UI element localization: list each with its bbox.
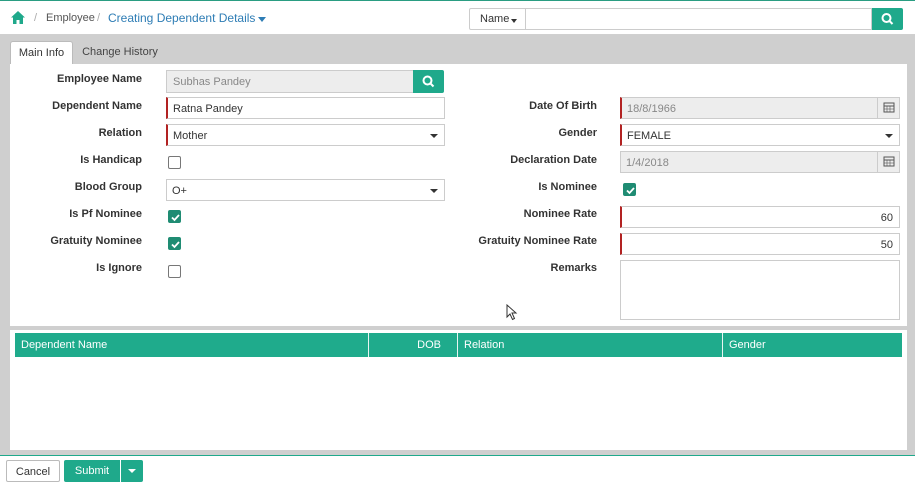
chevron-down-icon[interactable] bbox=[258, 17, 266, 22]
search-icon bbox=[881, 13, 894, 25]
gratuity-nominee-rate-label: Gratuity Nominee Rate bbox=[478, 235, 597, 247]
tab-change-history[interactable]: Change History bbox=[78, 41, 162, 65]
search-icon bbox=[422, 75, 435, 88]
date-of-birth-value: 18/8/1966 bbox=[627, 103, 676, 115]
breadcrumb-separator: / bbox=[34, 12, 38, 24]
calendar-icon[interactable] bbox=[877, 98, 899, 118]
mouse-pointer-icon bbox=[506, 304, 518, 321]
relation-value: Mother bbox=[173, 130, 208, 142]
employee-name-field: Subhas Pandey bbox=[166, 70, 414, 93]
gratuity-nominee-label: Gratuity Nominee bbox=[50, 235, 142, 247]
relation-label: Relation bbox=[98, 127, 142, 139]
blood-group-label: Blood Group bbox=[74, 181, 142, 193]
home-icon[interactable] bbox=[10, 10, 26, 26]
remarks-label: Remarks bbox=[550, 262, 597, 274]
gender-select[interactable]: FEMALE bbox=[620, 124, 900, 146]
column-relation[interactable]: Relation bbox=[458, 333, 723, 357]
is-ignore-checkbox[interactable] bbox=[168, 265, 181, 278]
is-ignore-label: Is Ignore bbox=[96, 262, 142, 274]
top-bar: / Employee / Creating Dependent Details … bbox=[0, 0, 915, 35]
submit-button[interactable]: Submit bbox=[64, 460, 120, 482]
action-bar: Cancel Submit bbox=[0, 455, 915, 485]
gratuity-nominee-checkbox[interactable] bbox=[168, 237, 181, 250]
calendar-icon[interactable] bbox=[877, 152, 899, 172]
blood-group-select[interactable]: O+ bbox=[166, 179, 445, 201]
is-nominee-label: Is Nominee bbox=[538, 181, 597, 193]
declaration-date-field[interactable]: 1/4/2018 bbox=[620, 151, 900, 173]
employee-name-label: Employee Name bbox=[57, 73, 142, 85]
nominee-rate-label: Nominee Rate bbox=[523, 208, 597, 220]
breadcrumb-separator: / bbox=[97, 12, 101, 24]
column-dob[interactable]: DOB bbox=[369, 333, 458, 357]
check-icon bbox=[171, 241, 180, 249]
gratuity-nominee-rate-field[interactable]: 50 bbox=[620, 233, 900, 255]
column-gender[interactable]: Gender bbox=[723, 333, 902, 357]
dependent-name-label: Dependent Name bbox=[52, 100, 142, 112]
caret-down-icon bbox=[430, 134, 438, 138]
remarks-textarea[interactable] bbox=[620, 260, 900, 320]
search-button[interactable] bbox=[872, 8, 903, 30]
date-of-birth-field[interactable]: 18/8/1966 bbox=[620, 97, 900, 119]
cancel-button[interactable]: Cancel bbox=[6, 460, 60, 482]
employee-search-button[interactable] bbox=[413, 70, 444, 93]
is-handicap-checkbox[interactable] bbox=[168, 156, 181, 169]
is-pf-nominee-label: Is Pf Nominee bbox=[69, 208, 142, 220]
grid-header: Dependent Name DOB Relation Gender bbox=[15, 333, 902, 357]
relation-select[interactable]: Mother bbox=[166, 124, 445, 146]
check-icon bbox=[626, 187, 635, 195]
dependent-name-field[interactable]: Ratna Pandey bbox=[166, 97, 445, 119]
column-dependent-name[interactable]: Dependent Name bbox=[15, 333, 369, 357]
nominee-rate-field[interactable]: 60 bbox=[620, 206, 900, 228]
submit-options-button[interactable] bbox=[121, 460, 143, 482]
search-field-selector-label: Name bbox=[480, 13, 510, 25]
dependents-grid: Dependent Name DOB Relation Gender bbox=[10, 330, 907, 450]
declaration-date-label: Declaration Date bbox=[510, 154, 597, 166]
check-icon bbox=[171, 214, 180, 222]
gender-value: FEMALE bbox=[627, 130, 672, 142]
breadcrumb-current[interactable]: Creating Dependent Details bbox=[108, 11, 255, 25]
is-pf-nominee-checkbox[interactable] bbox=[168, 210, 181, 223]
is-handicap-label: Is Handicap bbox=[80, 154, 142, 166]
caret-down-icon bbox=[128, 469, 136, 473]
breadcrumb-employee[interactable]: Employee bbox=[46, 12, 95, 24]
search-input[interactable] bbox=[526, 8, 872, 30]
caret-down-icon bbox=[430, 189, 438, 193]
tab-main-info[interactable]: Main Info bbox=[10, 41, 73, 65]
caret-down-icon bbox=[511, 19, 517, 23]
date-of-birth-label: Date Of Birth bbox=[529, 100, 597, 112]
caret-down-icon bbox=[885, 134, 893, 138]
declaration-date-value: 1/4/2018 bbox=[626, 157, 669, 169]
blood-group-value: O+ bbox=[172, 185, 187, 197]
is-nominee-checkbox[interactable] bbox=[623, 183, 636, 196]
gender-label: Gender bbox=[558, 127, 597, 139]
search-field-selector[interactable]: Name bbox=[469, 8, 526, 30]
